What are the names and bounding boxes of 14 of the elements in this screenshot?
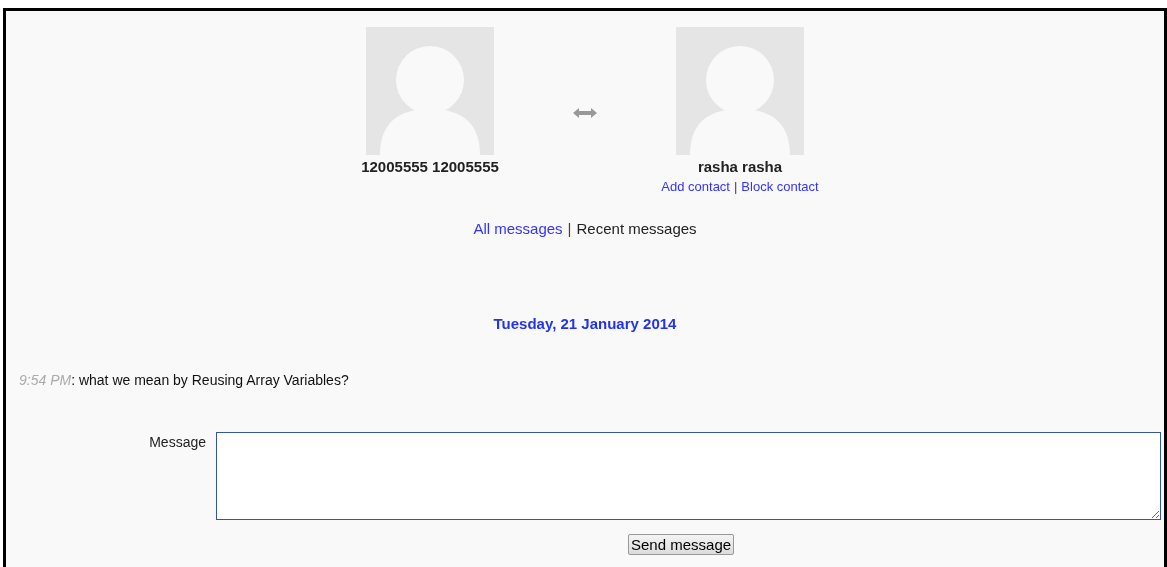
user-name: 12005555 12005555 bbox=[361, 158, 499, 175]
separator: | bbox=[733, 179, 738, 194]
contact-link[interactable]: Add contact bbox=[661, 179, 730, 194]
separator: | bbox=[567, 220, 572, 237]
user-name: rasha rasha bbox=[697, 158, 783, 175]
message-text: : what we mean by Reusing Array Variables? bbox=[71, 372, 349, 388]
message-field[interactable] bbox=[216, 432, 1161, 520]
date-heading: Tuesday, 21 January 2014 bbox=[493, 315, 677, 332]
contact-link[interactable]: Block contact bbox=[741, 179, 819, 194]
two-way-arrow-icon bbox=[573, 107, 597, 119]
view-link[interactable]: All messages bbox=[473, 220, 563, 237]
message-label: Message bbox=[148, 434, 207, 452]
send-message-button[interactable]: Send message bbox=[628, 534, 735, 555]
view-label: Recent messages bbox=[576, 220, 697, 237]
